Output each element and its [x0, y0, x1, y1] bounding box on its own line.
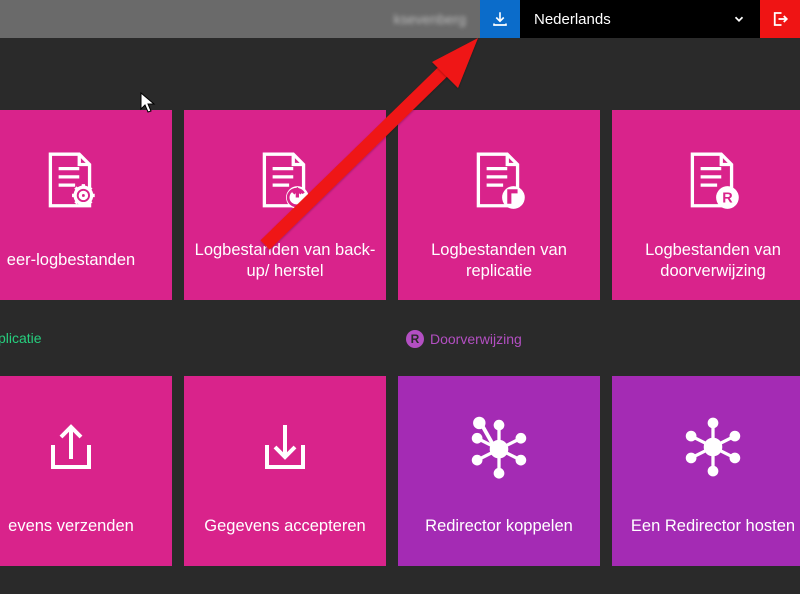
svg-text:R: R [722, 191, 733, 207]
download-icon [491, 10, 509, 28]
tile-log-backup[interactable]: Logbestanden van back-up/ herstel [184, 110, 386, 300]
network-host-icon [678, 412, 748, 482]
tile-label: Gegevens accepteren [200, 506, 369, 548]
tile-row: evens verzenden Gegevens accepteren [0, 376, 800, 566]
tile-log-replication[interactable]: Logbestanden van replicatie [398, 110, 600, 300]
file-gear-icon [38, 148, 104, 214]
tiles-container: eer-logbestanden Logbestanden van back-u… [0, 110, 800, 594]
tile-log-eer[interactable]: eer-logbestanden [0, 110, 172, 300]
username-label: ksevenberg [394, 11, 480, 27]
file-restore-icon [252, 148, 318, 214]
header-spacer: ksevenberg [0, 0, 480, 38]
receive-down-icon [253, 415, 317, 479]
tile-label: eer-logbestanden [3, 240, 139, 282]
chevron-down-icon [732, 12, 746, 26]
tile-redirector-link[interactable]: Redirector koppelen [398, 376, 600, 566]
logout-icon [771, 10, 789, 28]
logout-button[interactable] [760, 0, 800, 38]
header-bar: ksevenberg Nederlands [0, 0, 800, 38]
tile-label: Een Redirector hosten [627, 506, 799, 548]
tile-label: Redirector koppelen [421, 506, 577, 548]
file-redirect-icon: R [680, 148, 746, 214]
send-up-icon [39, 415, 103, 479]
network-link-icon [464, 412, 534, 482]
tile-redirector-host[interactable]: Een Redirector hosten [612, 376, 800, 566]
download-button[interactable] [480, 0, 520, 38]
tile-label: Logbestanden van doorverwijzing [618, 240, 800, 282]
tile-send-data[interactable]: evens verzenden [0, 376, 172, 566]
tile-label: Logbestanden van replicatie [404, 240, 594, 282]
language-select[interactable]: Nederlands [520, 0, 760, 38]
tile-row: eer-logbestanden Logbestanden van back-u… [0, 110, 800, 300]
tile-accept-data[interactable]: Gegevens accepteren [184, 376, 386, 566]
tile-log-redirect[interactable]: R Logbestanden van doorverwijzing [612, 110, 800, 300]
tile-label: evens verzenden [4, 506, 138, 548]
file-replicate-icon [466, 148, 532, 214]
tile-label: Logbestanden van back-up/ herstel [190, 240, 380, 282]
language-label: Nederlands [534, 11, 611, 28]
